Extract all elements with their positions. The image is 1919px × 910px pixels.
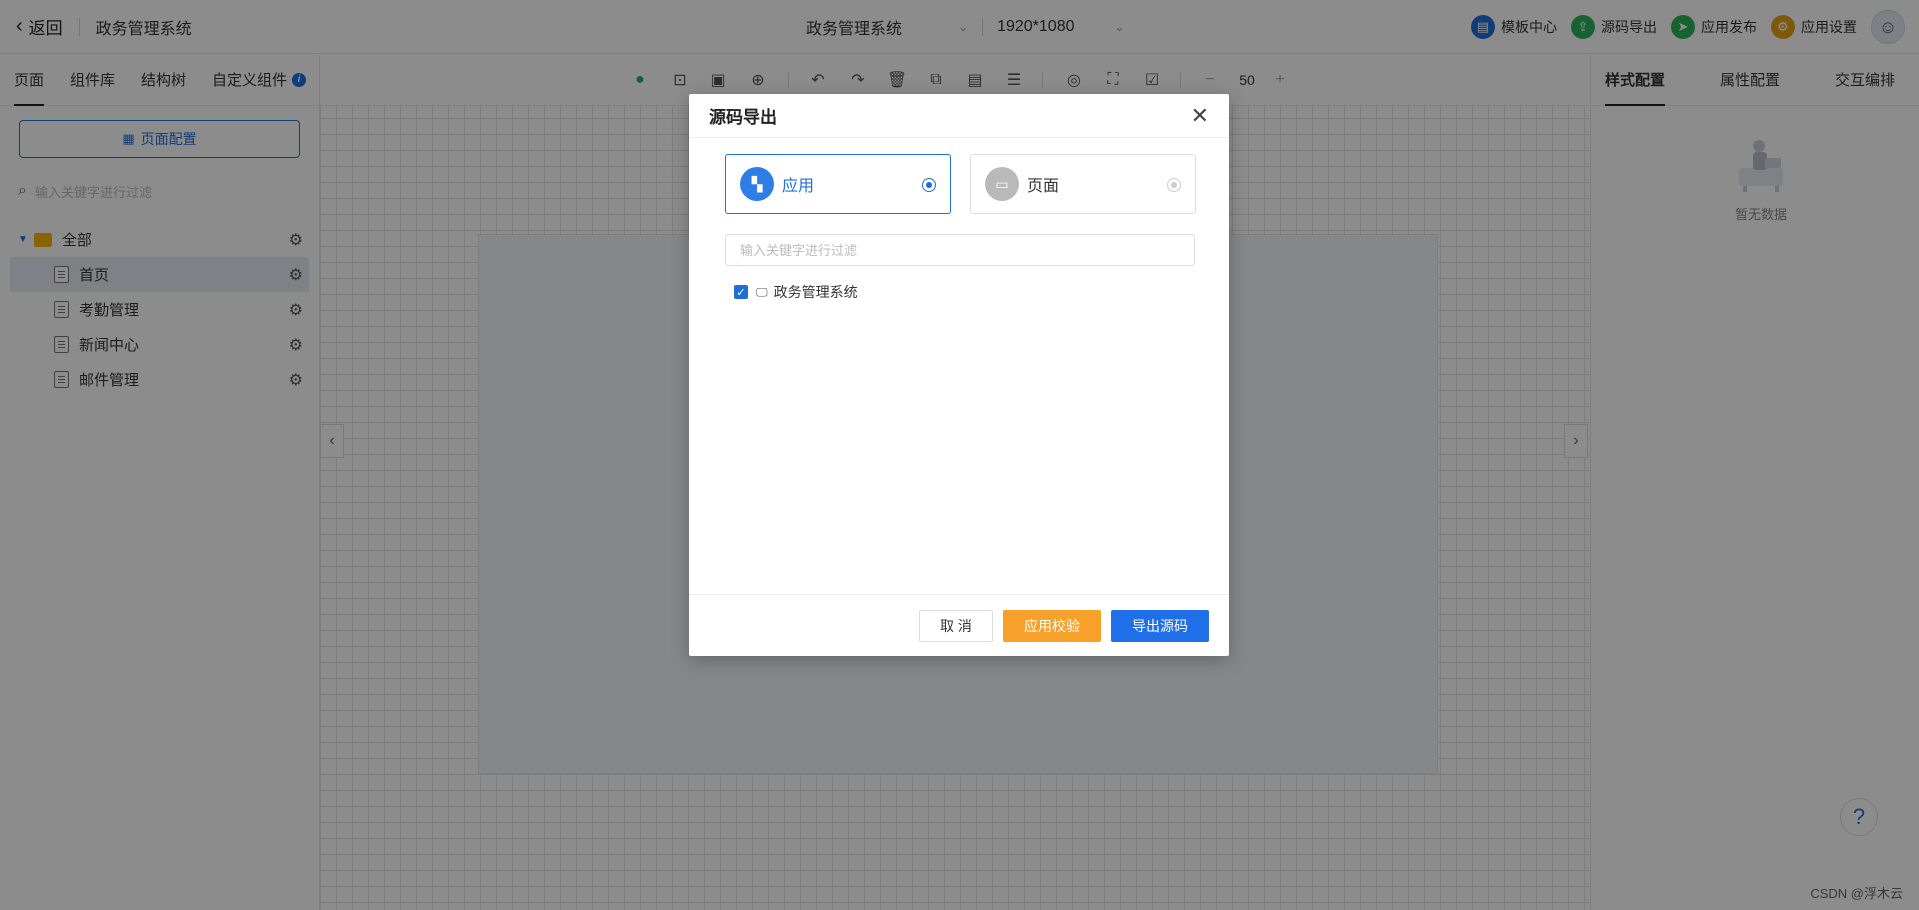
- app-list-item[interactable]: ✓ 🖵 政务管理系统: [734, 282, 858, 302]
- export-type-options: ▚ 应用 ▭ 页面: [725, 154, 1196, 214]
- option-page-label: 页面: [1027, 178, 1060, 195]
- dialog-header: 源码导出 ✕: [689, 94, 1229, 138]
- dialog-search-input[interactable]: [725, 234, 1195, 266]
- close-icon[interactable]: ✕: [1191, 103, 1209, 129]
- cancel-button[interactable]: 取 消: [919, 610, 993, 642]
- source-export-dialog: 源码导出 ✕ ▚ 应用 ▭ 页面 ✓ 🖵 政务管理系统 取 消 应用校验 导出源…: [689, 94, 1229, 656]
- app-grid-icon: ▚: [740, 167, 774, 201]
- page-icon: ▭: [985, 167, 1019, 201]
- export-source-button[interactable]: 导出源码: [1111, 610, 1209, 642]
- dialog-footer: 取 消 应用校验 导出源码: [689, 594, 1229, 656]
- option-app[interactable]: ▚ 应用: [725, 154, 951, 214]
- radio-app[interactable]: [922, 178, 936, 192]
- app-item-label: 政务管理系统: [773, 284, 858, 300]
- monitor-icon: 🖵: [756, 284, 768, 299]
- radio-page[interactable]: [1167, 178, 1181, 192]
- app-check-button[interactable]: 应用校验: [1003, 610, 1101, 642]
- option-app-label: 应用: [782, 178, 815, 195]
- dialog-title: 源码导出: [709, 108, 777, 127]
- option-page[interactable]: ▭ 页面: [970, 154, 1196, 214]
- checkbox-checked-icon[interactable]: ✓: [734, 285, 748, 299]
